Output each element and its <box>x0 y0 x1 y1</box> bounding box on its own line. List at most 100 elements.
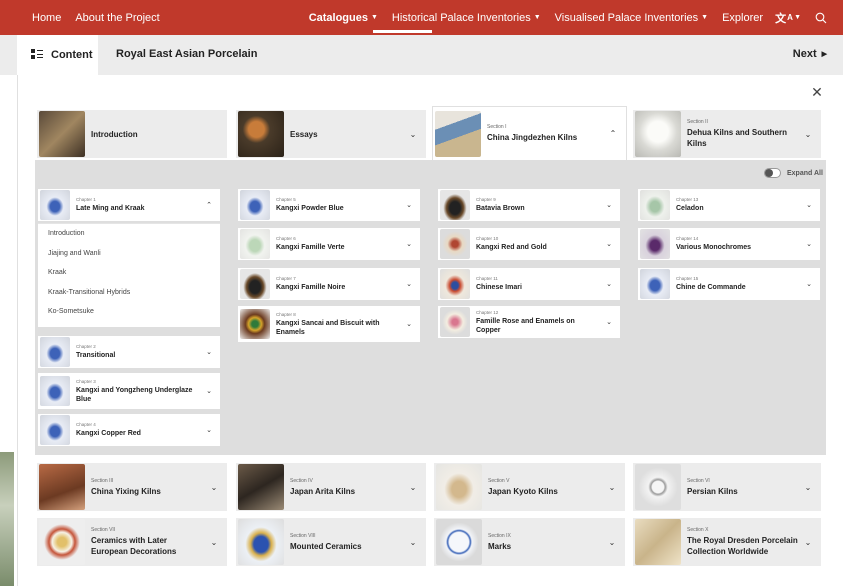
chapter-thumbnail <box>640 269 670 299</box>
section-card-marks[interactable]: Section IX Marks ⌄ <box>434 518 625 566</box>
chevron-down-icon: ⌄ <box>608 537 616 547</box>
nav-catalogues-dropdown[interactable]: Catalogues ▼ <box>309 12 378 24</box>
chapter-card[interactable]: Chapter 9 Batavia Brown ⌄ <box>438 189 620 221</box>
section-thumbnail <box>436 519 482 565</box>
section-card-european-decorations[interactable]: Section VII Ceramics with Later European … <box>37 518 227 566</box>
chapter-title: Chine de Commande <box>676 284 746 291</box>
panel-border <box>17 75 18 586</box>
chapter-card[interactable]: Chapter 15 Chine de Commande ⌄ <box>638 268 820 300</box>
chapter-thumbnail <box>240 229 270 259</box>
section-card-jingdezhen[interactable]: Section I China Jingdezhen Kilns ⌃ <box>432 106 627 160</box>
section-card-kyoto[interactable]: Section V Japan Kyoto Kilns ⌄ <box>434 463 625 511</box>
chapter-kicker: Chapter 1 <box>76 197 96 202</box>
chevron-down-icon: ⌄ <box>206 388 212 395</box>
chapter-thumbnail <box>40 415 70 445</box>
chevron-down-icon: ⌄ <box>606 202 612 209</box>
active-nav-indicator <box>373 30 432 33</box>
section-title: Persian Kilns <box>687 486 738 496</box>
chapter-title: Kangxi Copper Red <box>76 430 141 437</box>
section-thumbnail <box>435 110 481 157</box>
section-kicker: Section IV <box>290 477 313 484</box>
chapter-title: Famille Rose and Enamels on Copper <box>476 317 575 334</box>
section-title: Japan Kyoto Kilns <box>488 486 558 496</box>
chapter-title: Celadon <box>676 205 704 212</box>
section-card-introduction[interactable]: Introduction <box>37 110 227 158</box>
nav-visualised-inventories-dropdown[interactable]: Visualised Palace Inventories ▼ <box>555 12 708 24</box>
caret-right-icon: ▶ <box>821 51 827 58</box>
subitem-link[interactable]: Kraak-Transitional Hybrids <box>38 283 220 303</box>
chapter-card[interactable]: Chapter 13 Celadon ⌄ <box>638 189 820 221</box>
search-icon[interactable] <box>815 12 827 24</box>
chevron-down-icon: ⌄ <box>409 482 417 492</box>
section-card-dresden-worldwide[interactable]: Section X The Royal Dresden Porcelain Col… <box>633 518 821 566</box>
chapter-card[interactable]: Chapter 14 Various Monochromes ⌄ <box>638 228 820 260</box>
chevron-down-icon: ⌄ <box>206 349 212 356</box>
chapter-thumbnail <box>640 190 670 220</box>
chevron-down-icon: ⌄ <box>804 537 812 547</box>
section-card-mounted[interactable]: Section VIII Mounted Ceramics ⌄ <box>236 518 426 566</box>
chapter-thumbnail <box>40 190 70 220</box>
content-tab[interactable]: Content <box>17 35 98 75</box>
chapter-card[interactable]: Chapter 11 Chinese Imari ⌄ <box>438 268 620 300</box>
section-card-yixing[interactable]: Section III China Yixing Kilns ⌄ <box>37 463 227 511</box>
chevron-down-icon: ⌄ <box>606 319 612 326</box>
nav-historical-inventories-dropdown[interactable]: Historical Palace Inventories ▼ <box>392 12 541 24</box>
chapter-thumbnail <box>440 190 470 220</box>
chapter-title: Kangxi Red and Gold <box>476 244 547 251</box>
nav-home-link[interactable]: Home <box>32 12 61 24</box>
section-card-dehua[interactable]: Section II Dehua Kilns and Southern Kiln… <box>633 110 821 158</box>
catalogue-title: Royal East Asian Porcelain <box>116 48 258 60</box>
section-card-persian[interactable]: Section VI Persian Kilns ⌄ <box>633 463 821 511</box>
chapter-card[interactable]: Chapter 6 Kangxi Famille Verte ⌄ <box>238 228 420 260</box>
chapter-card[interactable]: Chapter 5 Kangxi Powder Blue ⌄ <box>238 189 420 221</box>
translate-icon: 文A <box>775 12 793 25</box>
chapter-title: Kangxi Powder Blue <box>276 205 344 212</box>
chapter-subitem-list: Introduction Jiajing and Wanli Kraak Kra… <box>38 223 220 327</box>
chapter-card[interactable]: Chapter 2 Transitional ⌄ <box>38 336 220 368</box>
subitem-link[interactable]: Kraak <box>38 263 220 283</box>
nav-explorer-link[interactable]: Explorer <box>722 12 763 24</box>
section-kicker: Section III <box>91 477 114 484</box>
nav-catalogues-label: Catalogues <box>308 11 368 24</box>
chapter-title: Kangxi Famille Noire <box>276 284 346 291</box>
chapter-card[interactable]: Chapter 4 Kangxi Copper Red ⌄ <box>38 414 220 446</box>
chapter-kicker: Chapter 6 <box>276 236 296 241</box>
close-icon[interactable]: ✕ <box>810 85 824 99</box>
chevron-down-icon: ⌄ <box>804 129 812 139</box>
chapter-card[interactable]: Chapter 10 Kangxi Red and Gold ⌄ <box>438 228 620 260</box>
nav-left: Home About the Project <box>32 12 160 24</box>
section-card-arita[interactable]: Section IV Japan Arita Kilns ⌄ <box>236 463 426 511</box>
section-card-essays[interactable]: Essays ⌄ <box>236 110 426 158</box>
chapter-card[interactable]: Chapter 3 Kangxi and Yongzheng Underglaze… <box>38 373 220 409</box>
chapter-title: Chinese Imari <box>476 284 522 291</box>
chapter-thumbnail <box>40 337 70 367</box>
chapter-title: Various Monochromes <box>676 244 752 251</box>
chapter-card[interactable]: Chapter 7 Kangxi Famille Noire ⌄ <box>238 268 420 300</box>
toggle-switch[interactable] <box>764 168 781 178</box>
chapter-card[interactable]: Chapter 12 Famille Rose and Enamels on Co… <box>438 306 620 338</box>
section-kicker: Section VII <box>91 527 116 533</box>
next-button[interactable]: Next ▶ <box>793 48 827 60</box>
chapter-thumbnail <box>240 269 270 299</box>
chapter-card[interactable]: Chapter 8 Kangxi Sancai and Biscuit with … <box>238 306 420 342</box>
nav-right: Catalogues ▼ Historical Palace Inventori… <box>309 11 827 25</box>
section-kicker: Section X <box>687 527 709 533</box>
language-dropdown[interactable]: 文A ▼ <box>775 11 801 25</box>
section-title: China Yixing Kilns <box>91 486 161 496</box>
chapter-kicker: Chapter 14 <box>676 236 699 241</box>
chapter-kicker: Chapter 5 <box>276 197 296 202</box>
section-title: China Jingdezhen Kilns <box>487 133 578 142</box>
chapter-card[interactable]: Chapter 1 Late Ming and Kraak ⌃ <box>38 189 220 221</box>
chapter-kicker: Chapter 4 <box>76 422 96 427</box>
subitem-link[interactable]: Jiajing and Wanli <box>38 244 220 264</box>
subitem-link[interactable]: Introduction <box>38 224 220 244</box>
section-thumbnail <box>238 111 284 157</box>
section-kicker: Section I <box>487 124 507 130</box>
section-kicker: Section VIII <box>290 532 316 539</box>
subitem-link[interactable]: Ko-Sometsuke <box>38 302 220 322</box>
chapter-title: Kangxi and Yongzheng Underglaze Blue <box>76 386 193 403</box>
expand-all-toggle[interactable]: Expand All <box>764 168 823 178</box>
nav-about-link[interactable]: About the Project <box>75 12 159 24</box>
chapter-title: Batavia Brown <box>476 205 525 212</box>
section-thumbnail <box>635 111 681 157</box>
